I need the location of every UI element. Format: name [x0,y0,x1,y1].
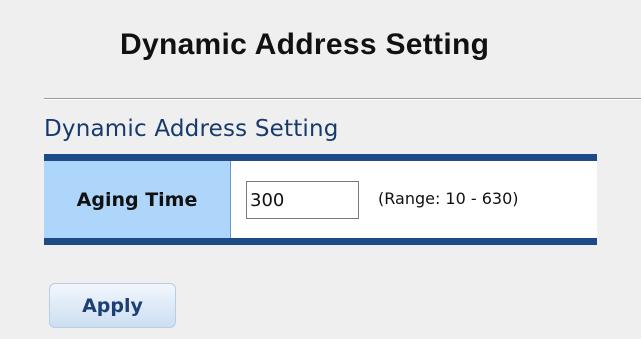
page-title: Dynamic Address Setting [120,28,490,61]
settings-table: Aging Time (Range: 10 - 630) [44,154,597,245]
section-title: Dynamic Address Setting [44,116,339,142]
title-divider [44,98,641,100]
aging-time-label: Aging Time [76,188,198,211]
aging-time-value-cell: (Range: 10 - 630) [231,161,597,238]
page: Dynamic Address Setting Dynamic Address … [0,0,641,339]
aging-time-input[interactable] [246,181,359,219]
aging-time-range-hint: (Range: 10 - 630) [378,189,519,208]
apply-button[interactable]: Apply [49,283,176,328]
aging-time-label-cell: Aging Time [44,161,231,238]
